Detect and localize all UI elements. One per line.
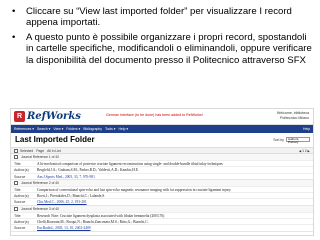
field-row: Source Am.J.Sports Med., 2005, 33, 7, 976…	[11, 172, 313, 179]
field-row: Title A bi-mechanical comparison of poste…	[11, 160, 313, 166]
bullet-item: • A questo punto è possibile organizzare…	[10, 32, 316, 66]
nav-help-menu[interactable]: Help ▾	[119, 127, 129, 131]
folder-titlebar: Last Imported Folder Sort by Authors, Pr…	[11, 133, 313, 147]
field-value: Research Note: Cruciate ligament dysplas…	[37, 213, 165, 218]
field-label: Author(s)	[14, 220, 29, 225]
field-row: Title Comparison of conventional spin-ech…	[11, 185, 313, 192]
refworks-logo[interactable]: R RefWorks	[14, 111, 81, 122]
nav-help[interactable]: Help	[303, 127, 310, 131]
field-label: Title	[14, 213, 21, 218]
field-label: Title	[14, 162, 21, 166]
reference-id: Journal Reference 1 of 40	[21, 155, 59, 159]
logo-text: RefWorks	[27, 111, 81, 122]
reference-item: Journal Reference 2 of 40 Title Compariso…	[11, 179, 313, 206]
refworks-screenshot: R RefWorks German Interface (to be done)…	[10, 108, 314, 236]
field-value: Comparison of conventional spin-echo and…	[37, 187, 231, 192]
field-value: Chelli,Bourrain,M.; Broqui,N.; Bianchi,Z…	[37, 220, 149, 225]
pager[interactable]: ◀ 1 2 ▶	[299, 149, 310, 153]
nav-folders[interactable]: Folders ▾	[66, 127, 80, 131]
nav-bibliography[interactable]: Bibliography	[83, 127, 102, 131]
select-all-checkbox[interactable]	[14, 148, 18, 153]
app-header: R RefWorks German Interface (to be done)…	[11, 109, 313, 125]
nav-tools[interactable]: Tools ▾	[105, 127, 116, 131]
sort-label: Sort by	[273, 137, 284, 142]
field-label: Source	[14, 174, 26, 179]
bullet-text: A questo punto è possibile organizzare i…	[26, 31, 312, 66]
nav-view[interactable]: View ▾	[53, 127, 63, 131]
reference-id: Journal Reference 2 of 40	[21, 180, 59, 185]
toolbar-all[interactable]: All in List	[47, 149, 61, 153]
bullet-item: • Cliccare su “View last imported folder…	[10, 6, 316, 29]
field-row: Source Eur.Radiol., 2003, 13, 10, 2402-24…	[11, 224, 313, 230]
list-toolbar: Selected Page All in List ◀ 1 2 ▶	[11, 147, 313, 154]
reference-list: Journal Reference 1 of 40 Title A bi-mech…	[11, 154, 313, 232]
nav-search[interactable]: Search ▾	[37, 127, 50, 131]
sort-select[interactable]: Authors, Primary	[286, 137, 310, 144]
main-nav: References ▾ Search ▾ View ▾ Folders ▾ B…	[11, 125, 313, 133]
field-label: Source	[14, 200, 26, 205]
reference-item: Journal Reference 3 of 40 Title Research …	[11, 205, 313, 232]
field-row: Source Clin.Med.C., 2006, 45, 2, 193-201	[11, 198, 313, 204]
reference-checkbox[interactable]	[14, 155, 18, 159]
announcement-link[interactable]: German Interface (to be done) has been a…	[106, 113, 203, 117]
bullet-dot-icon: •	[12, 31, 16, 43]
source-link[interactable]: Am.J.Sports Med., 2005, 33, 7, 976-981	[37, 174, 313, 179]
field-label: Author(s)	[14, 168, 29, 173]
field-row: Author(s) Chelli,Bourrain,M.; Broqui,N.; …	[11, 218, 313, 224]
bullet-text: Cliccare su “View last imported folder” …	[26, 6, 292, 29]
field-label: Author(s)	[14, 194, 29, 199]
welcome-user: Welcome, biblioteca	[276, 111, 309, 115]
toolbar-selected[interactable]: Selected	[20, 149, 33, 153]
source-link[interactable]: Clin.Med.C., 2006, 45, 2, 193-201	[37, 199, 313, 204]
field-value: Bergfeld,J.A.; Graham,S.M.; Parker,R.D.;…	[37, 168, 139, 173]
reference-checkbox[interactable]	[14, 206, 18, 211]
field-value: A bi-mechanical comparison of posterior …	[37, 162, 223, 166]
page-title: Last Imported Folder	[15, 135, 95, 144]
reference-id: Journal Reference 3 of 40	[21, 206, 59, 211]
field-value: Boeri,J.; Pierrakides,D.; Bianchi,C.; La…	[37, 194, 106, 199]
reference-item: Journal Reference 1 of 40 Title A bi-mech…	[11, 154, 313, 180]
reference-checkbox[interactable]	[14, 180, 18, 185]
toolbar-page[interactable]: Page	[36, 149, 44, 153]
welcome-institution: Politecnico Milano	[280, 115, 309, 120]
sort-control: Sort by Authors, Primary	[273, 137, 310, 144]
slide-bullets: • Cliccare su “View last imported folder…	[10, 6, 316, 69]
field-label: Title	[14, 187, 21, 192]
nav-references[interactable]: References ▾	[14, 127, 34, 131]
field-row: Author(s) Bergfeld,J.A.; Graham,S.M.; Par…	[11, 166, 313, 172]
field-row: Author(s) Boeri,J.; Pierrakides,D.; Bianc…	[11, 192, 313, 198]
source-link[interactable]: Eur.Radiol., 2003, 13, 10, 2402-2409	[37, 225, 313, 230]
field-label: Source	[14, 226, 26, 231]
welcome-block: Welcome, biblioteca Politecnico Milano	[277, 111, 309, 120]
field-row: Title Research Note: Cruciate ligament dy…	[11, 211, 313, 218]
logo-mark-icon: R	[14, 111, 25, 122]
bullet-dot-icon: •	[12, 6, 16, 17]
